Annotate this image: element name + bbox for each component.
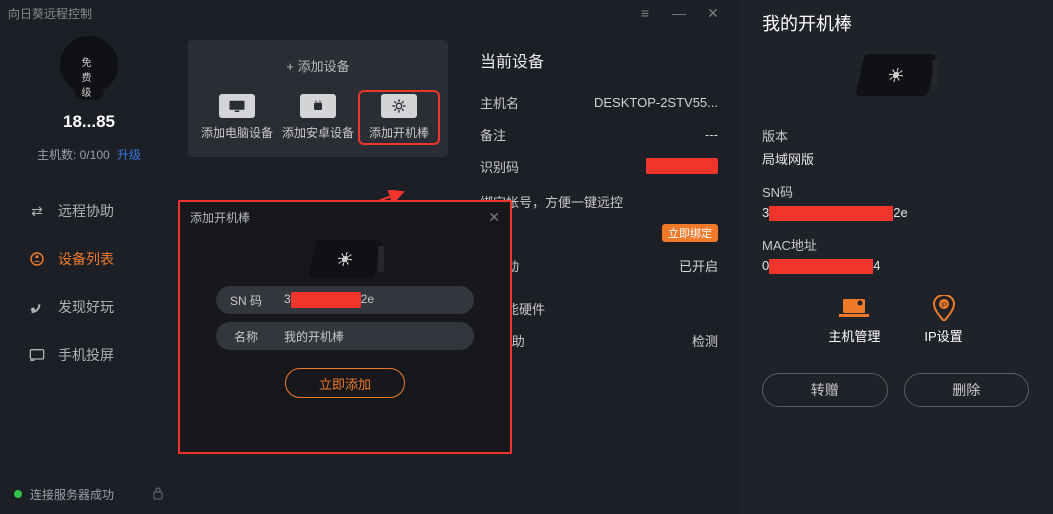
- add-device-button[interactable]: + 添加设备: [200, 50, 436, 80]
- sn-input-row: SN 码 32e: [216, 286, 474, 314]
- redacted-idcode: [646, 158, 718, 174]
- connection-status: 连接服务器成功: [30, 486, 114, 503]
- name-input-row: 名称 我的开机棒: [216, 322, 474, 350]
- host-count-label: 主机数: 0/100: [37, 148, 110, 162]
- plan-badge: 免费级: [75, 53, 104, 100]
- add-stick-dialog: 添加开机棒 ✕ SN 码 32e 名称 我的开机棒 立即添加: [178, 200, 512, 454]
- info-host-key: 主机名: [480, 93, 570, 112]
- sidebar-item-label: 远程协助: [58, 201, 114, 221]
- info-title: 当前设备: [480, 48, 718, 72]
- sidebar-item-remote[interactable]: ⇄ 远程协助: [0, 187, 178, 235]
- sn-key: SN码: [762, 182, 1029, 201]
- tile-label: 添加安卓设备: [282, 124, 354, 141]
- sidebar-item-label: 发现好玩: [58, 297, 114, 317]
- ip-pin-icon: IP: [929, 296, 959, 320]
- add-device-card: + 添加设备 添加电脑设备 添加安卓设备: [188, 40, 448, 157]
- svg-text:IP: IP: [941, 303, 947, 309]
- menu-icon[interactable]: ≡: [628, 5, 662, 21]
- dialog-title: 添加开机棒: [190, 209, 250, 226]
- minimize-icon[interactable]: —: [662, 5, 696, 21]
- transfer-button[interactable]: 转赠: [762, 373, 888, 407]
- submit-button[interactable]: 立即添加: [285, 368, 405, 398]
- smart-hw-title: 配智能硬件: [480, 299, 718, 318]
- tile-add-pc[interactable]: 添加电脑设备: [200, 94, 274, 141]
- tile-label: 添加电脑设备: [201, 124, 273, 141]
- android-icon: [300, 94, 336, 118]
- gear-icon: [381, 94, 417, 118]
- status-dot-icon: [14, 490, 22, 498]
- info-remark-val: ---: [570, 127, 718, 142]
- info-remark-key: 备注: [480, 125, 570, 144]
- redacted-mac: [769, 259, 873, 274]
- sn-label: SN 码: [216, 292, 276, 309]
- action-label: IP设置: [924, 326, 962, 345]
- devices-icon: [28, 250, 46, 268]
- close-icon[interactable]: ✕: [696, 5, 730, 22]
- lock-icon[interactable]: [152, 486, 164, 503]
- sidebar-item-discover[interactable]: 发现好玩: [0, 283, 178, 331]
- detail-title: 我的开机棒: [762, 10, 1029, 36]
- redacted-sn: [769, 206, 893, 221]
- sn-input[interactable]: 32e: [276, 292, 474, 308]
- stick-image: [762, 54, 1029, 96]
- info-host-val: DESKTOP-2STV55...: [570, 95, 718, 110]
- sidebar-item-label: 手机投屏: [58, 345, 114, 365]
- gear-icon: [887, 68, 904, 82]
- tile-label: 添加开机棒: [369, 124, 429, 141]
- mac-key: MAC地址: [762, 235, 1029, 254]
- account-id: 18...85: [0, 112, 178, 132]
- sn-val: 32e: [762, 205, 1029, 221]
- detect-link[interactable]: 检测: [570, 331, 718, 350]
- upgrade-link[interactable]: 升级: [117, 148, 141, 162]
- redacted-sn: [291, 292, 361, 308]
- account-badge[interactable]: 免费级: [60, 36, 118, 94]
- version-key: 版本: [762, 126, 1029, 145]
- version-val: 局域网版: [762, 149, 1029, 168]
- bind-hint: 绑定帐号，方便一键远控: [480, 192, 718, 211]
- sidebar-item-devices[interactable]: 设备列表: [0, 235, 178, 283]
- app-title: 向日葵远程控制: [8, 5, 92, 22]
- satellite-icon: [28, 299, 46, 315]
- ip-settings-button[interactable]: IP IP设置: [924, 296, 962, 345]
- host-manage-button[interactable]: 主机管理: [828, 296, 880, 345]
- stick-image: [180, 240, 510, 278]
- laptop-gear-icon: [839, 296, 869, 320]
- delete-button[interactable]: 删除: [904, 373, 1030, 407]
- bind-button[interactable]: 立即绑定: [662, 224, 718, 242]
- dialog-close-icon[interactable]: ✕: [488, 209, 500, 226]
- action-label: 主机管理: [828, 326, 880, 345]
- monitor-icon: [219, 94, 255, 118]
- name-input[interactable]: 我的开机棒: [276, 328, 474, 345]
- info-idcode-key: 识别码: [480, 157, 570, 176]
- sidebar-item-cast[interactable]: 手机投屏: [0, 331, 178, 379]
- sidebar-item-label: 设备列表: [58, 249, 114, 269]
- gear-icon: [337, 252, 354, 266]
- tile-add-stick[interactable]: 添加开机棒: [362, 94, 436, 141]
- tile-add-android[interactable]: 添加安卓设备: [281, 94, 355, 141]
- name-label: 名称: [216, 328, 276, 345]
- mac-val: 04: [762, 258, 1029, 274]
- swap-icon: ⇄: [28, 203, 46, 220]
- cast-icon: [28, 348, 46, 362]
- info-autostart-val[interactable]: 已开启: [570, 256, 718, 275]
